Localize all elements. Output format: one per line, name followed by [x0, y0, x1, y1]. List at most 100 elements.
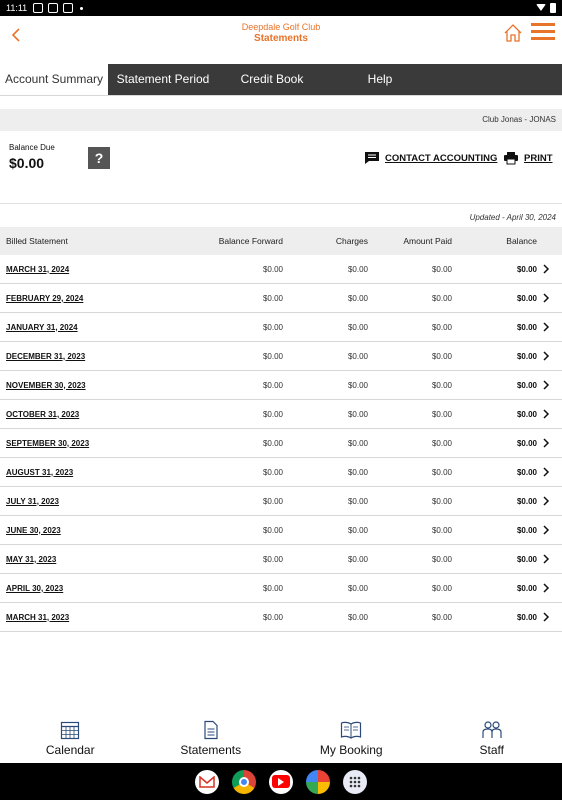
chevron-right-icon[interactable] — [540, 284, 552, 312]
charges-cell: $0.00 — [347, 467, 368, 477]
document-icon — [204, 720, 218, 740]
statement-row[interactable]: SEPTEMBER 30, 2023 $0.00 $0.00 $0.00 $0.00 — [0, 429, 562, 458]
amount-paid-cell: $0.00 — [431, 380, 452, 390]
amount-paid-cell: $0.00 — [431, 525, 452, 535]
balance-cell: $0.00 — [516, 612, 537, 622]
amount-paid-cell: $0.00 — [431, 438, 452, 448]
nav-calendar[interactable]: Calendar — [0, 712, 141, 763]
statement-row[interactable]: OCTOBER 31, 2023 $0.00 $0.00 $0.00 $0.00 — [0, 400, 562, 429]
charges-cell: $0.00 — [347, 438, 368, 448]
amount-paid-cell: $0.00 — [431, 554, 452, 564]
tab-statement-period[interactable]: Statement Period — [108, 64, 218, 95]
notification-icon — [63, 3, 74, 13]
statement-date-link[interactable]: MAY 31, 2023 — [6, 545, 56, 573]
balance-forward-cell: $0.00 — [262, 496, 283, 506]
tab-account-summary[interactable]: Account Summary — [0, 64, 108, 95]
statement-date-link[interactable]: JUNE 30, 2023 — [6, 516, 61, 544]
nav-staff[interactable]: Staff — [422, 712, 562, 763]
statement-row[interactable]: DECEMBER 31, 2023 $0.00 $0.00 $0.00 $0.00 — [0, 342, 562, 371]
charges-cell: $0.00 — [347, 322, 368, 332]
tab-credit-book[interactable]: Credit Book — [218, 64, 326, 95]
balance-cell: $0.00 — [516, 467, 537, 477]
balance-cell: $0.00 — [516, 554, 537, 564]
chevron-right-icon[interactable] — [540, 255, 552, 283]
balance-forward-cell: $0.00 — [262, 438, 283, 448]
nav-calendar-label: Calendar — [45, 743, 95, 757]
calendar-icon — [61, 721, 80, 740]
statement-date-link[interactable]: JULY 31, 2023 — [6, 487, 59, 515]
tab-help[interactable]: Help — [326, 64, 434, 95]
statement-row[interactable]: JUNE 30, 2023 $0.00 $0.00 $0.00 $0.00 — [0, 516, 562, 545]
statement-row[interactable]: MARCH 31, 2024 $0.00 $0.00 $0.00 $0.00 — [0, 255, 562, 284]
statement-row[interactable]: MAY 31, 2023 $0.00 $0.00 $0.00 $0.00 — [0, 545, 562, 574]
statement-date-link[interactable]: NOVEMBER 30, 2023 — [6, 371, 86, 399]
nav-my-booking[interactable]: My Booking — [281, 712, 422, 763]
balance-help-button[interactable]: ? — [88, 147, 110, 169]
section-divider — [0, 203, 562, 204]
balance-cell: $0.00 — [516, 380, 537, 390]
amount-paid-cell: $0.00 — [431, 409, 452, 419]
chevron-right-icon[interactable] — [540, 574, 552, 602]
balance-forward-cell: $0.00 — [262, 467, 283, 477]
battery-icon — [550, 3, 556, 13]
balance-cell: $0.00 — [516, 293, 537, 303]
chevron-right-icon[interactable] — [540, 487, 552, 515]
contact-accounting-link[interactable]: CONTACT ACCOUNTING — [364, 151, 497, 165]
charges-cell: $0.00 — [347, 351, 368, 361]
chevron-right-icon[interactable] — [540, 603, 552, 631]
statement-date-link[interactable]: DECEMBER 31, 2023 — [6, 342, 85, 370]
statement-date-link[interactable]: SEPTEMBER 30, 2023 — [6, 429, 89, 457]
chrome-icon[interactable] — [232, 769, 256, 794]
statement-date-link[interactable]: JANUARY 31, 2024 — [6, 313, 78, 341]
youtube-icon[interactable] — [269, 769, 293, 794]
statements-table-header: Billed Statement Balance Forward Charges… — [0, 227, 562, 255]
app-drawer-icon[interactable] — [343, 769, 367, 794]
statement-date-link[interactable]: FEBRUARY 29, 2024 — [6, 284, 83, 312]
statement-date-link[interactable]: AUGUST 31, 2023 — [6, 458, 73, 486]
statement-row[interactable]: MARCH 31, 2023 $0.00 $0.00 $0.00 $0.00 — [0, 603, 562, 632]
nav-statements[interactable]: Statements — [141, 712, 282, 763]
page-title: Statements — [254, 33, 308, 44]
home-icon[interactable] — [503, 23, 523, 43]
status-bar: 11:11 — [0, 0, 562, 16]
amount-paid-cell: $0.00 — [431, 467, 452, 477]
statement-row[interactable]: JANUARY 31, 2024 $0.00 $0.00 $0.00 $0.00 — [0, 313, 562, 342]
amount-paid-cell: $0.00 — [431, 293, 452, 303]
balance-forward-cell: $0.00 — [262, 322, 283, 332]
chevron-right-icon[interactable] — [540, 342, 552, 370]
chevron-right-icon[interactable] — [540, 429, 552, 457]
statement-row[interactable]: FEBRUARY 29, 2024 $0.00 $0.00 $0.00 $0.00 — [0, 284, 562, 313]
charges-cell: $0.00 — [347, 612, 368, 622]
statement-row[interactable]: APRIL 30, 2023 $0.00 $0.00 $0.00 $0.00 — [0, 574, 562, 603]
photos-icon[interactable] — [306, 769, 330, 794]
chevron-right-icon[interactable] — [540, 545, 552, 573]
chevron-right-icon[interactable] — [540, 458, 552, 486]
statements-table-body: MARCH 31, 2024 $0.00 $0.00 $0.00 $0.00 FEBRUA… — [0, 255, 562, 632]
print-label: PRINT — [524, 152, 553, 164]
status-time: 11:11 — [6, 3, 28, 13]
chevron-right-icon[interactable] — [540, 313, 552, 341]
print-link[interactable]: PRINT — [503, 151, 553, 165]
chevron-right-icon[interactable] — [540, 516, 552, 544]
charges-cell: $0.00 — [347, 380, 368, 390]
statement-row[interactable]: JULY 31, 2023 $0.00 $0.00 $0.00 $0.00 — [0, 487, 562, 516]
chevron-right-icon[interactable] — [540, 400, 552, 428]
chevron-right-icon[interactable] — [540, 371, 552, 399]
amount-paid-cell: $0.00 — [431, 264, 452, 274]
charges-cell: $0.00 — [347, 583, 368, 593]
header-balance-forward: Balance Forward — [218, 236, 283, 246]
statement-date-link[interactable]: OCTOBER 31, 2023 — [6, 400, 79, 428]
statement-date-link[interactable]: MARCH 31, 2024 — [6, 255, 69, 283]
statement-row[interactable]: AUGUST 31, 2023 $0.00 $0.00 $0.00 $0.00 — [0, 458, 562, 487]
statement-row[interactable]: NOVEMBER 30, 2023 $0.00 $0.00 $0.00 $0.00 — [0, 371, 562, 400]
gmail-icon[interactable] — [195, 769, 219, 794]
statement-date-link[interactable]: MARCH 31, 2023 — [6, 603, 69, 631]
nav-statements-label: Statements — [180, 743, 242, 757]
charges-cell: $0.00 — [347, 293, 368, 303]
wifi-icon — [536, 4, 546, 12]
charges-cell: $0.00 — [347, 496, 368, 506]
balance-forward-cell: $0.00 — [262, 351, 283, 361]
statement-date-link[interactable]: APRIL 30, 2023 — [6, 574, 63, 602]
hamburger-menu-icon[interactable] — [531, 23, 555, 43]
club-name: Deepdale Golf Club — [241, 22, 321, 32]
